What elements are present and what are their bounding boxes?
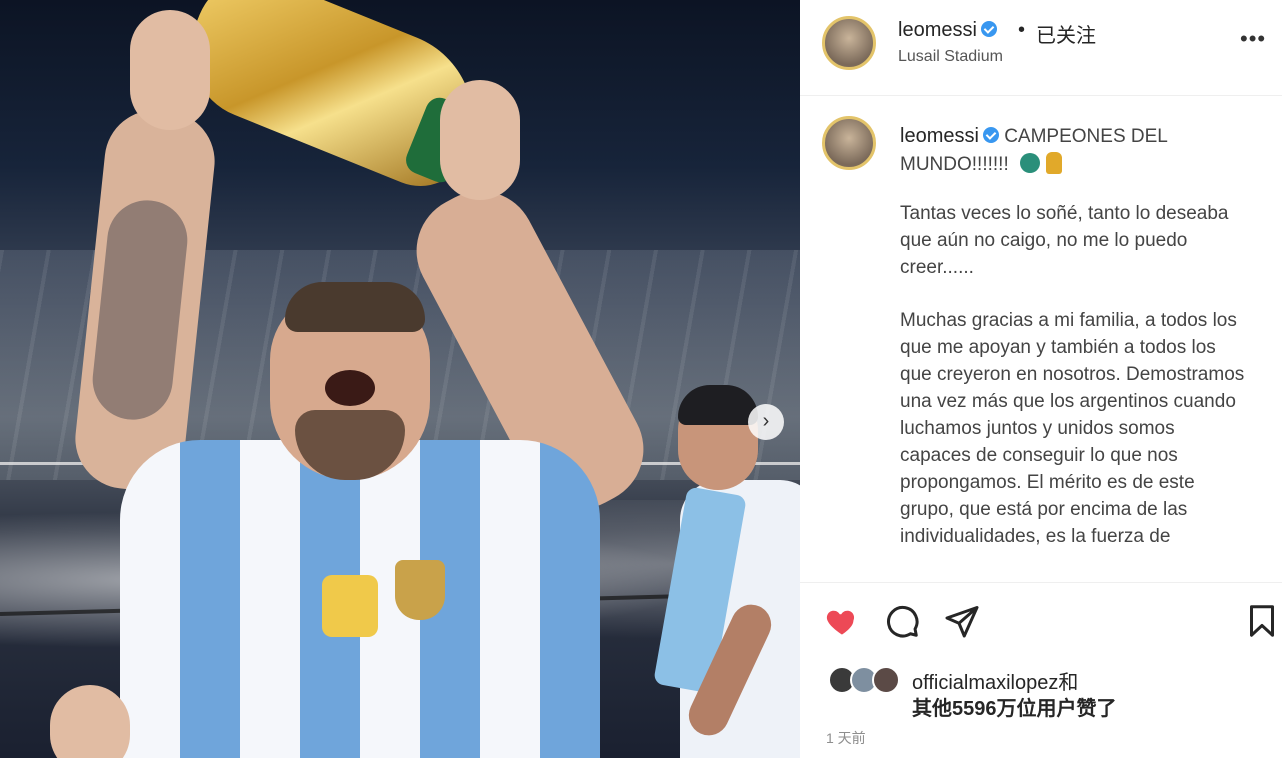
- verified-badge-icon: [982, 127, 999, 143]
- share-button[interactable]: [944, 603, 980, 639]
- jersey-crest: [395, 560, 445, 620]
- globe-emoji-icon: [1020, 153, 1041, 173]
- follow-status-button[interactable]: 已关注: [1036, 19, 1096, 48]
- post-panel: leomessi • 已关注 Lusail Stadium ••• leomes…: [800, 0, 1282, 758]
- bookmark-icon: [1250, 605, 1274, 637]
- comment-icon: [887, 605, 919, 638]
- separator-dot: •: [1018, 19, 1026, 41]
- save-button[interactable]: [1244, 603, 1280, 639]
- caption-avatar[interactable]: [822, 116, 876, 170]
- post-photo[interactable]: ›: [0, 0, 800, 758]
- comment-button[interactable]: [884, 603, 920, 639]
- caption-paragraph: Tantas veces lo soñé, tanto lo deseaba q…: [900, 203, 1229, 278]
- author-username[interactable]: leomessi: [898, 19, 997, 42]
- paper-plane-icon: [945, 606, 979, 638]
- action-bar: [800, 582, 1282, 662]
- post-timestamp: 1 天前: [826, 730, 866, 746]
- liker-avatars: [828, 666, 908, 694]
- avatar: [872, 666, 900, 694]
- verified-badge-icon: [980, 21, 997, 37]
- chevron-right-icon: ›: [762, 410, 770, 432]
- likes-text-line2[interactable]: 其他5596万位用户赞了: [912, 692, 1117, 721]
- location-link[interactable]: Lusail Stadium: [898, 48, 1003, 66]
- carousel-next-button[interactable]: ›: [748, 404, 784, 440]
- caption-paragraph: Muchas gracias a mi familia, a todos los…: [900, 310, 1245, 547]
- likes-text-line1[interactable]: officialmaxilopez和: [912, 666, 1078, 695]
- caption-header: leomessi CAMPEONES DEL MUNDO!!!!!!!: [900, 122, 1230, 179]
- trophy-emoji-icon: [1046, 152, 1063, 174]
- caption-area: leomessi CAMPEONES DEL MUNDO!!!!!!! Tant…: [800, 108, 1282, 578]
- likes-summary[interactable]: officialmaxilopez和 其他5596万位用户赞了: [800, 662, 1282, 722]
- teammate-figure: [653, 380, 800, 758]
- post-header: leomessi • 已关注 Lusail Stadium •••: [800, 0, 1282, 96]
- heart-icon: [826, 610, 855, 635]
- player-figure: [70, 0, 663, 758]
- more-options-icon[interactable]: •••: [1240, 26, 1266, 52]
- caption-username[interactable]: leomessi: [900, 125, 979, 147]
- avatar[interactable]: [822, 16, 876, 70]
- jersey-badge: [322, 575, 378, 637]
- like-button[interactable]: [824, 603, 860, 639]
